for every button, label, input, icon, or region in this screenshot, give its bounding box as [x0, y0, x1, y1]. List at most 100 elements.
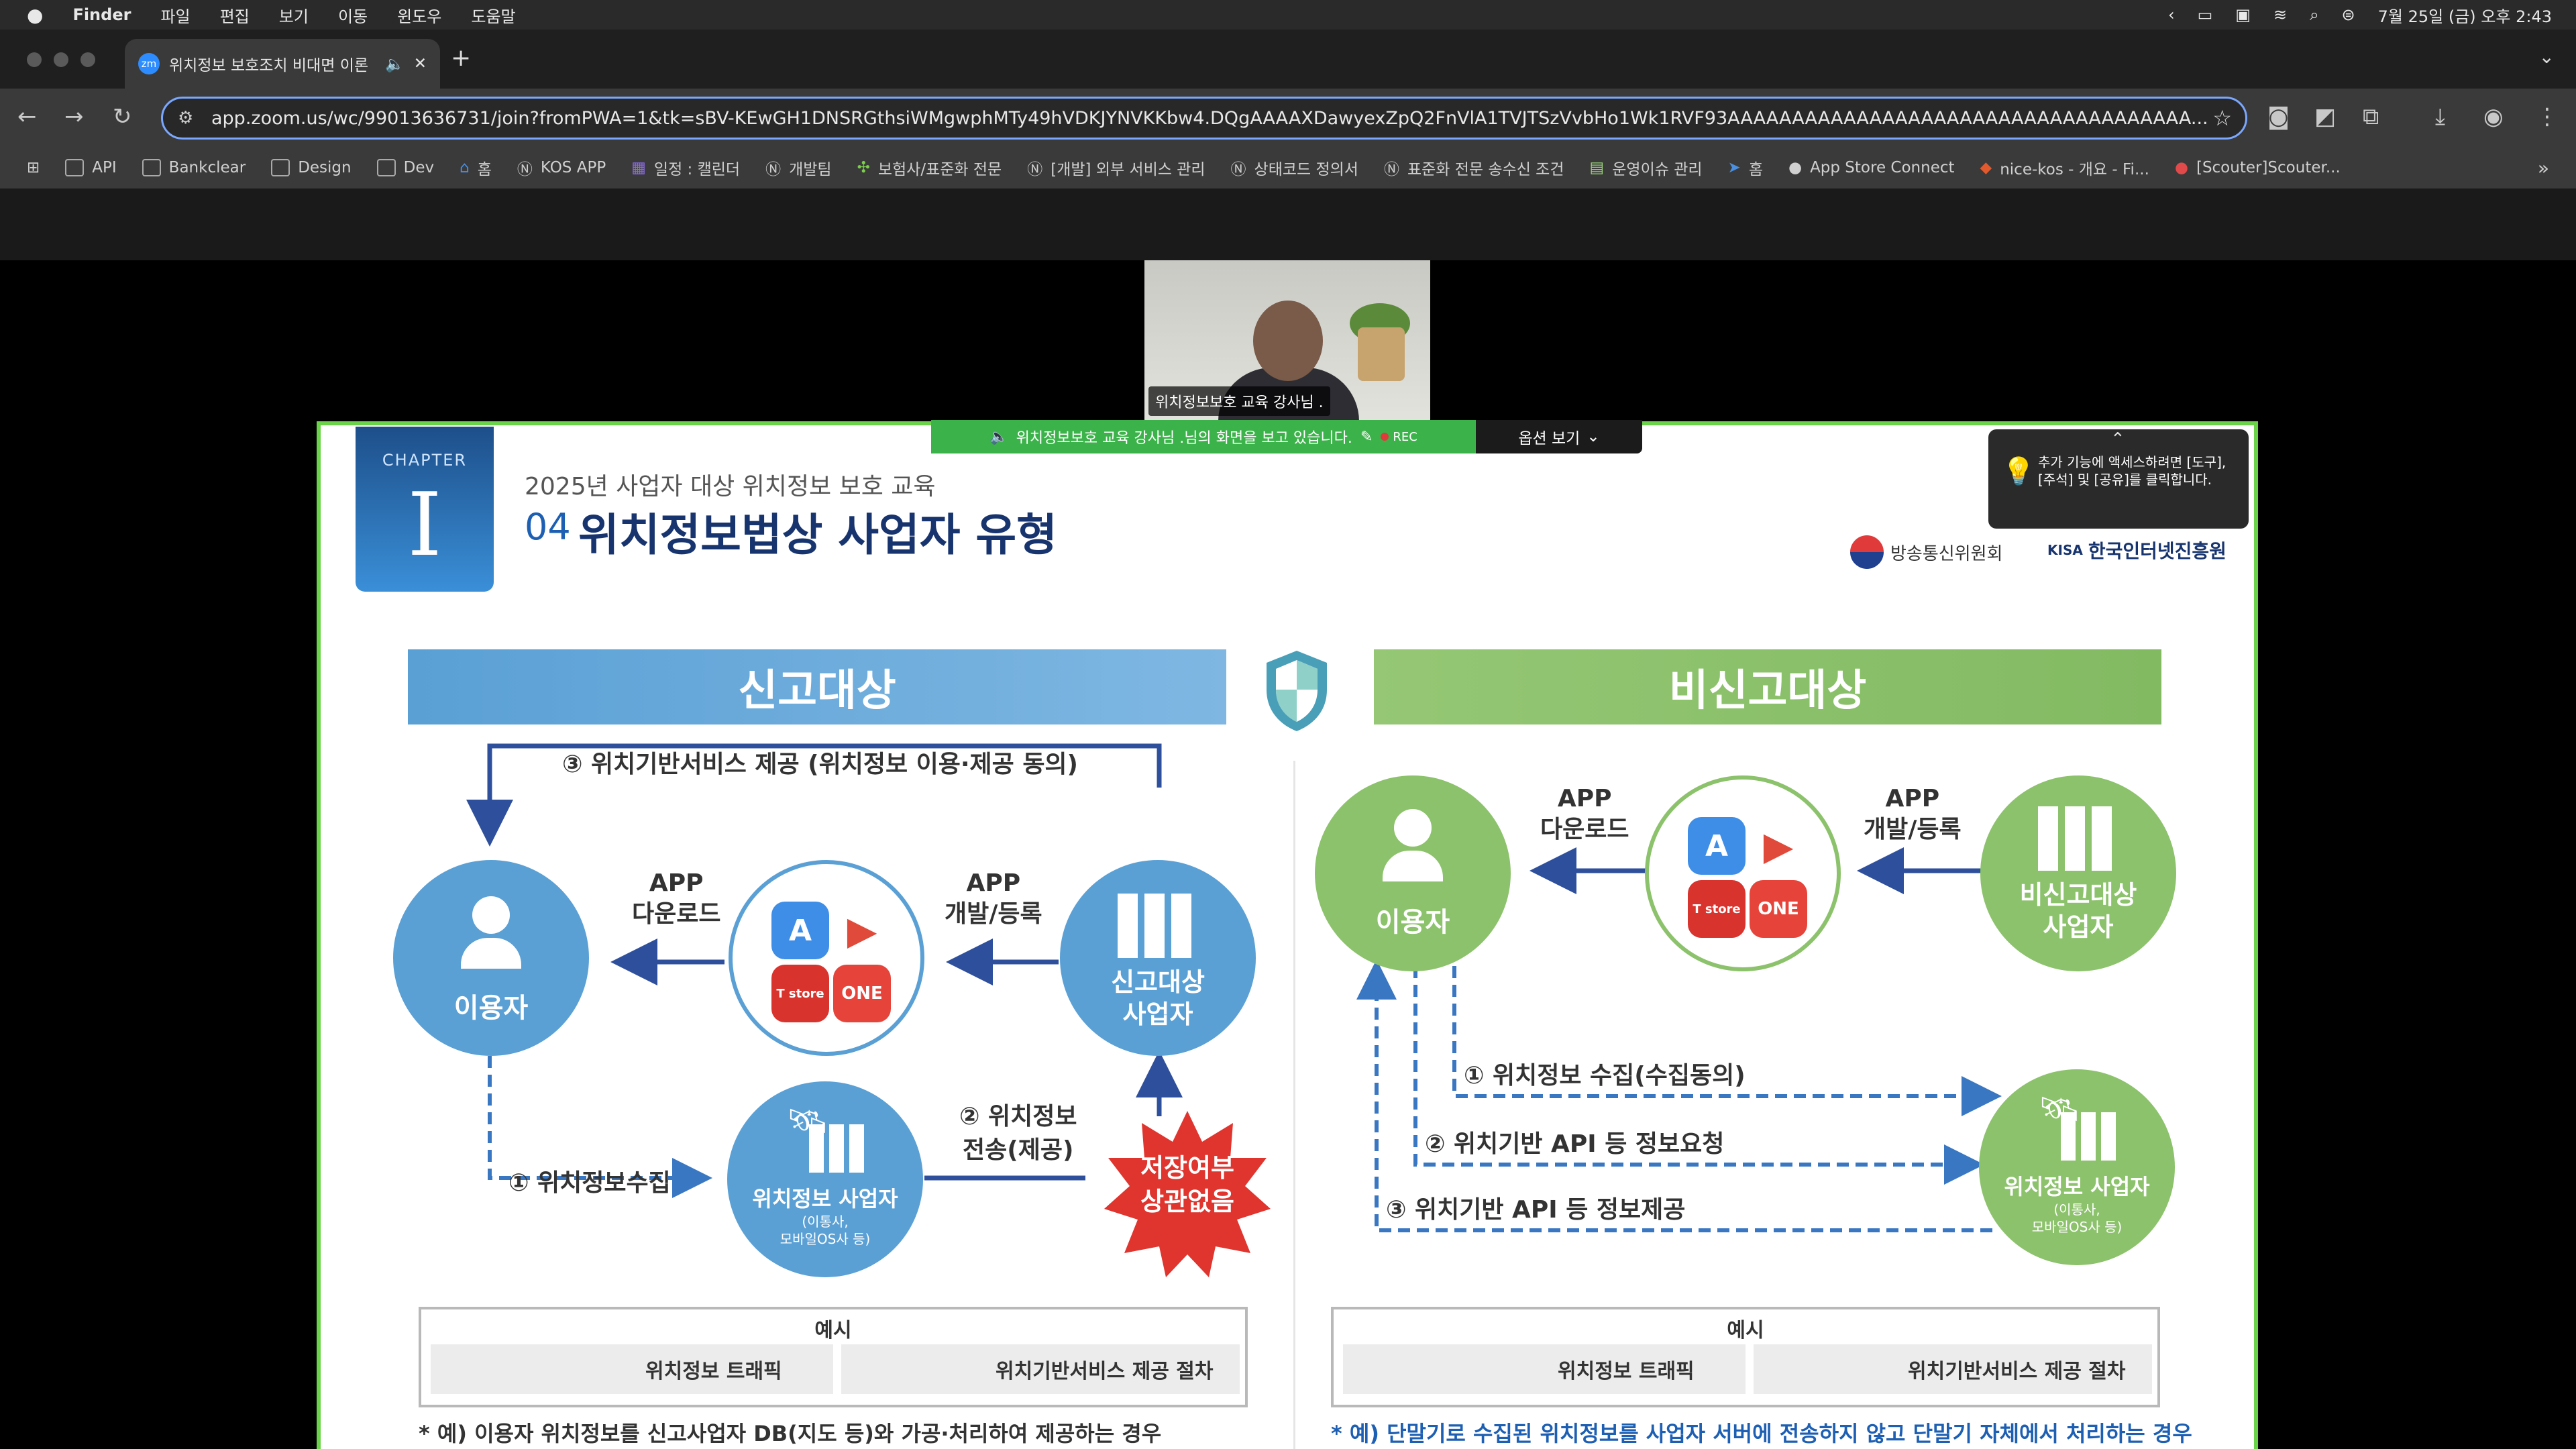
- profile-icon[interactable]: ◉: [2483, 103, 2504, 130]
- figma-icon: ◆: [1980, 159, 1992, 176]
- right-app-store-circle: A ▶ T store ONE: [1645, 775, 1841, 971]
- window-close-button[interactable]: [27, 52, 42, 67]
- shared-screen-slide: CHAPTER I 2025년 사업자 대상 위치정보 보호 교육 04 위치정…: [317, 421, 2258, 1449]
- left-legend: 예시 위치정보 트래픽 위치기반서비스 제공 절차: [419, 1307, 1248, 1407]
- lightbulb-icon: 💡: [2002, 456, 2035, 487]
- extension-color-icon[interactable]: ◩: [2314, 103, 2336, 130]
- bookmark-star-icon[interactable]: ☆: [2212, 105, 2232, 131]
- bookmark-app-store-connect[interactable]: ● App Store Connect: [1788, 159, 1955, 176]
- apple-icon[interactable]: ●: [27, 4, 43, 26]
- bookmark-devteam[interactable]: Ⓝ 개발팀: [765, 156, 831, 179]
- browser-tab-bar: zm 위치정보 보호조치 비대면 이론 🔈 ✕ + ⌄: [0, 30, 2576, 89]
- bookmark-dev[interactable]: Dev: [376, 159, 434, 176]
- server-icon: [809, 1124, 869, 1173]
- menu-edit[interactable]: 편집: [220, 3, 250, 27]
- bookmarks-bar: ⊞ API Bankclear Design Dev ⌂ 홈 Ⓝ KOS APP ▦…: [0, 148, 2576, 189]
- menu-view[interactable]: 보기: [279, 3, 309, 27]
- participant-video-tile[interactable]: 위치정보보호 교육 강사님 .: [1144, 260, 1430, 421]
- bookmark-scouter[interactable]: ● [Scouter]Scouter...: [2175, 159, 2341, 176]
- browser-toolbar: ← → ↻ ⚙ app.zoom.us/wc/99013636731/join?…: [0, 89, 2576, 148]
- home-icon: ⌂: [460, 159, 470, 176]
- legend-procedure: 위치기반서비스 제공 절차: [1754, 1344, 2152, 1394]
- view-options-button[interactable]: 옵션 보기 ⌄: [1476, 420, 1642, 453]
- bookmarks-overflow-icon[interactable]: »: [2538, 157, 2549, 179]
- control-center-icon[interactable]: ⊜: [2342, 5, 2355, 24]
- bookmark-home[interactable]: ⌂ 홈: [460, 156, 492, 179]
- camera-icon[interactable]: ◙: [2267, 103, 2290, 130]
- notion-icon: Ⓝ: [517, 161, 533, 178]
- bookmark-kos-app[interactable]: Ⓝ KOS APP: [517, 156, 606, 179]
- notion-icon: Ⓝ: [765, 161, 782, 178]
- right-app-dev-label: APP 개발/등록: [1864, 785, 1962, 843]
- folder-icon: [271, 159, 290, 176]
- spotlight-search-icon[interactable]: ⌕: [2310, 5, 2318, 24]
- bookmark-calendar[interactable]: ▦ 일정 : 캘린더: [631, 156, 740, 179]
- chevron-down-icon: ⌄: [1587, 428, 1600, 445]
- speaker-icon[interactable]: 🔈: [385, 55, 405, 73]
- menu-help[interactable]: 도움말: [471, 3, 515, 27]
- menu-window[interactable]: 윈도우: [397, 3, 441, 27]
- folder-icon: [65, 159, 85, 176]
- menu-go[interactable]: 이동: [338, 3, 368, 27]
- google-play-icon: ▶: [1750, 817, 1807, 875]
- bookmark-bankclear[interactable]: Bankclear: [142, 159, 246, 176]
- bookmark-ops-issue[interactable]: ▤ 운영이슈 관리: [1590, 156, 1703, 179]
- tab-search-chevron-icon[interactable]: ⌄: [2539, 46, 2555, 68]
- plant-pot: [1358, 327, 1405, 381]
- display-icon[interactable]: ▭: [2198, 5, 2213, 24]
- right-step2-label: ② 위치기반 API 등 정보요청: [1425, 1130, 1725, 1158]
- menu-app-finder[interactable]: Finder: [72, 5, 131, 24]
- reload-icon[interactable]: ↻: [113, 103, 132, 130]
- menubar-clock[interactable]: 7월 25일 (금) 오후 2:43: [2378, 3, 2552, 27]
- input-source-icon[interactable]: ▣: [2235, 5, 2251, 24]
- notion-icon: Ⓝ: [1230, 161, 1246, 178]
- tab-close-icon[interactable]: ✕: [414, 55, 427, 72]
- menu-file[interactable]: 파일: [160, 3, 190, 27]
- forward-arrow-icon[interactable]: →: [64, 103, 84, 130]
- window-zoom-button[interactable]: [80, 52, 95, 67]
- left-app-dev-label: APP 개발/등록: [945, 869, 1042, 928]
- speaker-icon: 🔈: [989, 428, 1008, 445]
- legend-procedure: 위치기반서비스 제공 절차: [841, 1344, 1240, 1394]
- window-minimize-button[interactable]: [54, 52, 68, 67]
- browser-tab-active[interactable]: zm 위치정보 보호조치 비대면 이론 🔈 ✕: [125, 39, 440, 89]
- more-menu-icon[interactable]: ⋮: [2536, 103, 2559, 130]
- legend-traffic: 위치정보 트래픽: [431, 1344, 833, 1394]
- left-app-store-circle: A ▶ T store ONE: [729, 860, 924, 1056]
- new-tab-button[interactable]: +: [451, 44, 471, 72]
- notion-icon: Ⓝ: [1027, 161, 1043, 178]
- right-user-circle: 이용자: [1315, 775, 1511, 971]
- notion-icon: Ⓝ: [1383, 161, 1399, 178]
- apps-grid-icon[interactable]: ⊞: [27, 159, 40, 176]
- back-arrow-icon[interactable]: ←: [17, 103, 37, 130]
- bookmark-nice-kos[interactable]: ◆ nice-kos - 개요 - Fi...: [1980, 156, 2149, 179]
- download-icon[interactable]: ⤓: [2435, 103, 2445, 130]
- right-step1-label: ① 위치정보 수집(수집동의): [1464, 1062, 1746, 1089]
- screen-share-banner: 🔈 위치정보보호 교육 강사님 .님의 화면을 보고 있습니다. ✎ REC: [931, 420, 1476, 453]
- person-icon: [461, 896, 521, 970]
- left-top-flow-label: ③ 위치기반서비스 제공 (위치정보 이용·제공 동의): [562, 751, 1079, 778]
- app-store-icon: A: [771, 902, 829, 959]
- bookmark-external-service[interactable]: Ⓝ [개발] 외부 서비스 관리: [1027, 156, 1205, 179]
- storage-label: 저장여부 상관없음: [1140, 1153, 1234, 1216]
- bookmark-home-2[interactable]: ➤ 홈: [1728, 156, 1763, 179]
- extensions-puzzle-icon[interactable]: ⧉: [2363, 103, 2379, 130]
- features-tooltip[interactable]: ⌃ 💡 추가 기능에 액세스하려면 [도구], [주석] 및 [공유]를 클릭합…: [1988, 429, 2249, 529]
- chevron-up-icon[interactable]: ⌃: [2110, 431, 2125, 448]
- bookmark-standard[interactable]: Ⓝ 표준화 전문 송수신 조건: [1384, 156, 1564, 179]
- left-footnote: * 예) 이용자 위치정보를 신고사업자 DB(지도 등)와 가공·처리하여 제…: [419, 1421, 1162, 1446]
- bookmark-insurance[interactable]: ✣ 보험사/표준화 전문: [857, 156, 1002, 179]
- macos-menu-bar: ● Finder 파일 편집 보기 이동 윈도우 도움말 ‹ ▭ ▣ ≋ ⌕ ⊜…: [0, 0, 2576, 30]
- left-app-download-label: APP 다운로드: [632, 869, 721, 928]
- wifi-icon[interactable]: ≋: [2273, 5, 2287, 24]
- zoom-top-strip: [0, 189, 2576, 260]
- pen-icon: ✎: [1360, 428, 1373, 445]
- address-bar[interactable]: ⚙ app.zoom.us/wc/99013636731/join?fromPW…: [161, 97, 2247, 140]
- bookmark-api[interactable]: API: [65, 159, 117, 176]
- zoom-favicon-icon: zm: [138, 53, 160, 74]
- right-footnote: * 예) 단말기로 수집된 위치정보를 사업자 서버에 전송하지 않고 단말기 …: [1331, 1421, 2192, 1446]
- site-settings-icon[interactable]: ⚙: [178, 108, 193, 128]
- chevron-left-icon[interactable]: ‹: [2168, 5, 2175, 24]
- bookmark-status-code[interactable]: Ⓝ 상태코드 정의서: [1231, 156, 1358, 179]
- bookmark-design[interactable]: Design: [271, 159, 352, 176]
